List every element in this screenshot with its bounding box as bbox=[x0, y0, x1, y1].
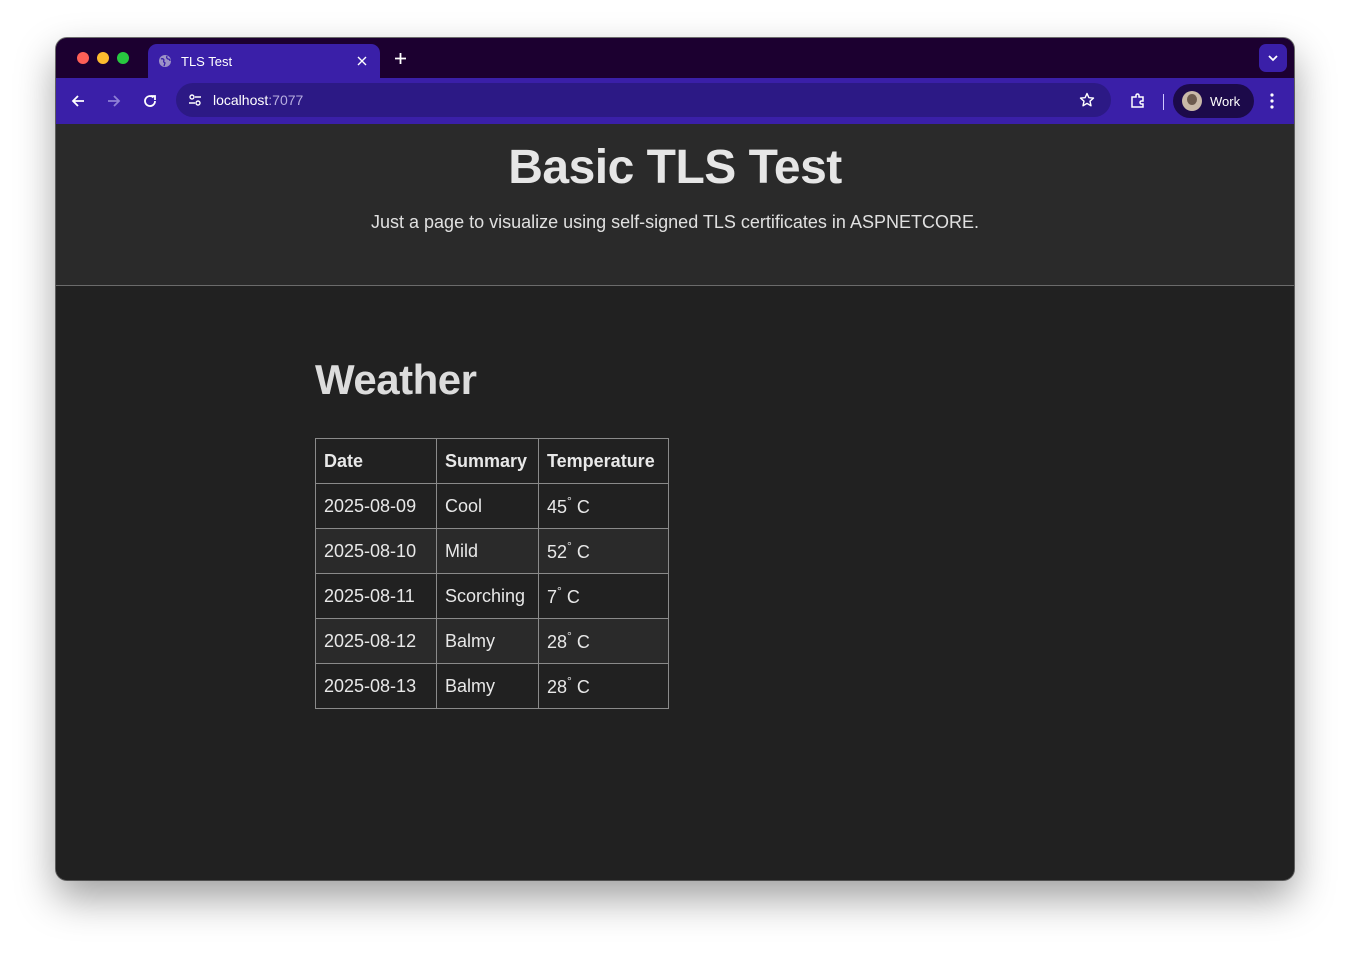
cell-date: 2025-08-11 bbox=[315, 573, 437, 619]
temperature-unit: C bbox=[576, 677, 590, 697]
table-row: 2025-08-13 Balmy 28° C bbox=[315, 663, 669, 709]
degree-icon: ° bbox=[567, 494, 572, 508]
zoom-window-button[interactable] bbox=[117, 52, 129, 64]
cell-summary: Mild bbox=[436, 528, 539, 574]
temperature-value: 28 bbox=[547, 632, 568, 652]
temperature-unit: C bbox=[566, 587, 580, 607]
forward-button[interactable] bbox=[102, 89, 126, 113]
extensions-button[interactable] bbox=[1126, 89, 1150, 113]
back-button[interactable] bbox=[66, 89, 90, 113]
temperature-value: 28 bbox=[547, 677, 568, 697]
weather-table: Date Summary Temperature 2025-08-09 Cool… bbox=[315, 438, 669, 709]
cell-date: 2025-08-10 bbox=[315, 528, 437, 574]
cell-summary: Cool bbox=[436, 483, 539, 529]
cell-date: 2025-08-09 bbox=[315, 483, 437, 529]
temperature-value: 45 bbox=[547, 497, 568, 517]
url-port: :7077 bbox=[268, 92, 304, 108]
cell-temperature: 28° C bbox=[538, 618, 669, 664]
temperature-unit: C bbox=[576, 632, 590, 652]
temperature-unit: C bbox=[576, 542, 590, 562]
tab-search-button[interactable] bbox=[1259, 44, 1287, 72]
close-tab-icon[interactable] bbox=[354, 53, 370, 69]
browser-toolbar: localhost:7077 Work bbox=[56, 78, 1294, 124]
column-header-summary: Summary bbox=[436, 438, 539, 484]
new-tab-button[interactable] bbox=[390, 48, 410, 68]
toolbar-divider bbox=[1163, 94, 1164, 110]
table-row: 2025-08-10 Mild 52° C bbox=[315, 528, 669, 574]
bookmark-star-icon[interactable] bbox=[1077, 90, 1097, 110]
tab-strip: TLS Test bbox=[56, 38, 1294, 78]
page-title: Basic TLS Test bbox=[508, 141, 842, 194]
avatar bbox=[1182, 91, 1202, 111]
hero-banner: Basic TLS Test Just a page to visualize … bbox=[56, 124, 1294, 286]
table-row: 2025-08-11 Scorching 7° C bbox=[315, 573, 669, 619]
page-subtitle: Just a page to visualize using self-sign… bbox=[371, 212, 979, 232]
weather-heading: Weather bbox=[315, 356, 477, 403]
profile-button[interactable]: Work bbox=[1173, 84, 1254, 118]
url-text: localhost:7077 bbox=[213, 92, 303, 108]
reload-button[interactable] bbox=[138, 89, 162, 113]
column-header-date: Date bbox=[315, 438, 437, 484]
cell-temperature: 28° C bbox=[538, 663, 669, 709]
cell-temperature: 45° C bbox=[538, 483, 669, 529]
minimize-window-button[interactable] bbox=[97, 52, 109, 64]
more-vertical-icon bbox=[1270, 93, 1274, 109]
degree-icon: ° bbox=[567, 539, 572, 553]
plus-icon bbox=[394, 52, 406, 64]
page-content: Basic TLS Test Just a page to visualize … bbox=[56, 124, 1294, 880]
close-window-button[interactable] bbox=[77, 52, 89, 64]
temperature-unit: C bbox=[576, 497, 590, 517]
chevron-down-icon bbox=[1268, 55, 1278, 62]
degree-icon: ° bbox=[567, 629, 572, 643]
site-settings-icon[interactable] bbox=[184, 89, 206, 111]
table-header-row: Date Summary Temperature bbox=[315, 438, 669, 484]
puzzle-icon bbox=[1131, 93, 1144, 108]
tab-tls-test[interactable]: TLS Test bbox=[148, 44, 380, 78]
column-header-temperature: Temperature bbox=[538, 438, 669, 484]
browser-menu-button[interactable] bbox=[1262, 89, 1282, 113]
globe-icon bbox=[158, 54, 172, 68]
degree-icon: ° bbox=[567, 674, 572, 688]
url-host: localhost bbox=[213, 92, 269, 108]
profile-label: Work bbox=[1210, 93, 1241, 109]
table-row: 2025-08-12 Balmy 28° C bbox=[315, 618, 669, 664]
degree-icon: ° bbox=[557, 584, 562, 598]
arrow-right-icon bbox=[108, 95, 121, 107]
temperature-value: 52 bbox=[547, 542, 568, 562]
arrow-left-icon bbox=[71, 95, 84, 107]
cell-date: 2025-08-13 bbox=[315, 663, 437, 709]
reload-icon bbox=[144, 95, 156, 107]
temperature-value: 7 bbox=[547, 587, 558, 607]
address-bar[interactable]: localhost:7077 bbox=[176, 83, 1111, 117]
cell-temperature: 7° C bbox=[538, 573, 669, 619]
cell-summary: Scorching bbox=[436, 573, 539, 619]
tab-title: TLS Test bbox=[181, 53, 233, 69]
cell-summary: Balmy bbox=[436, 618, 539, 664]
cell-summary: Balmy bbox=[436, 663, 539, 709]
cell-date: 2025-08-12 bbox=[315, 618, 437, 664]
cell-temperature: 52° C bbox=[538, 528, 669, 574]
table-row: 2025-08-09 Cool 45° C bbox=[315, 483, 669, 529]
browser-window: TLS Test localhost:7077 Work Basic TLS T… bbox=[56, 38, 1294, 880]
